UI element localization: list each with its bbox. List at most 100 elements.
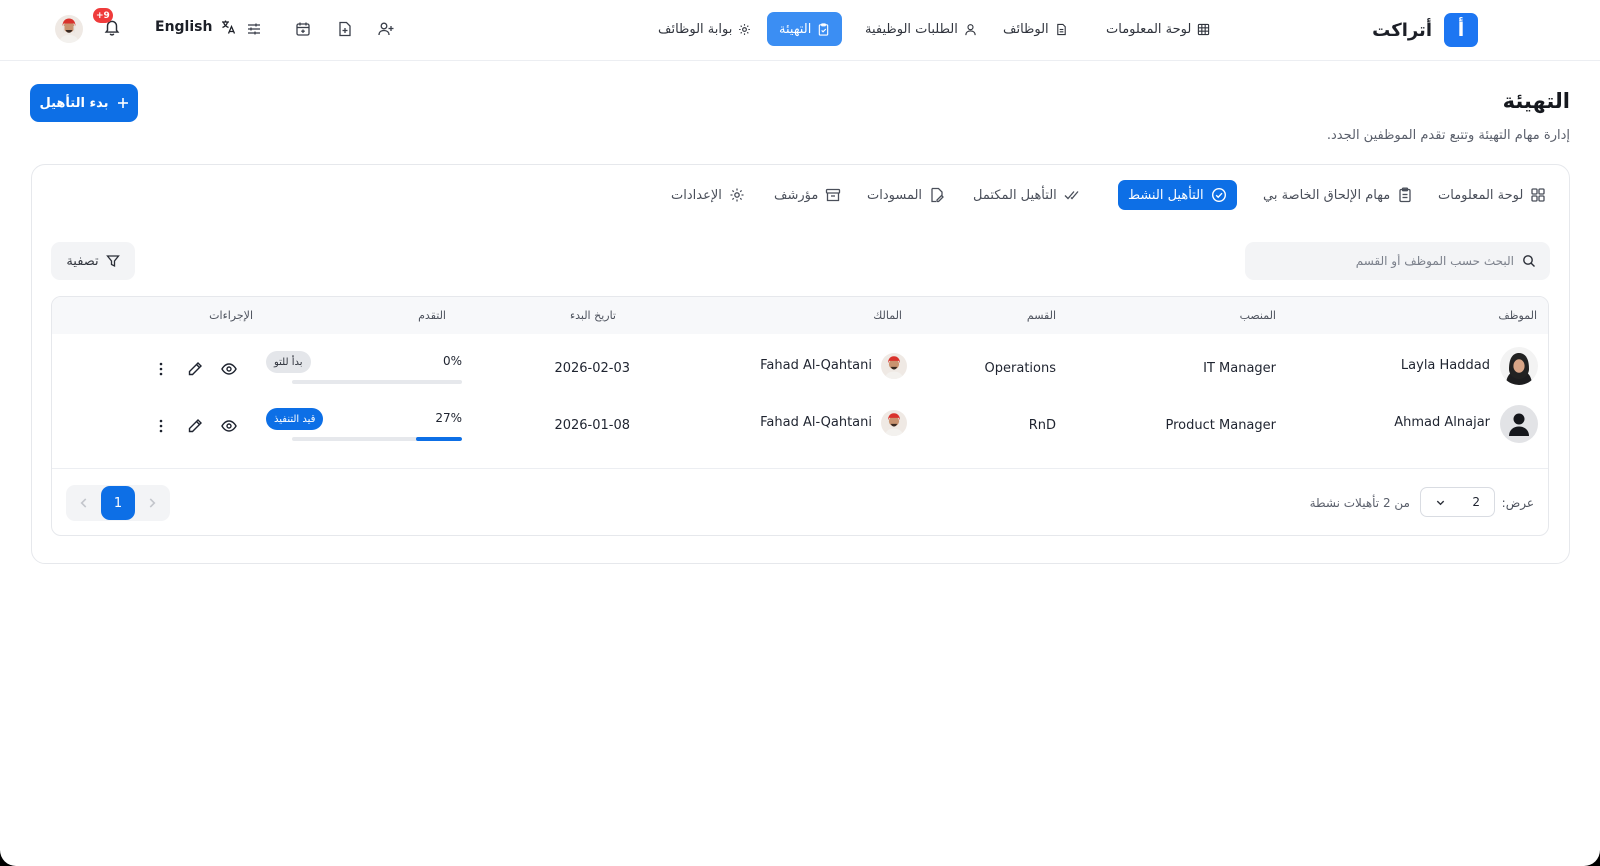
- department-cell: RnD: [1028, 418, 1056, 433]
- tab-label: مهام الإلحاق الخاصة بي: [1263, 187, 1391, 203]
- edit-icon[interactable]: [186, 417, 204, 435]
- progress-percent: 0%: [442, 354, 462, 368]
- nav-item-label: بوابة الوظائف: [658, 21, 733, 37]
- onboarding-card: لوحة المعلومات مهام الإلحاق الخاصة بي ال…: [31, 164, 1570, 564]
- filter-icon: [105, 254, 120, 268]
- tab-label: التأهيل النشط: [1128, 187, 1204, 203]
- check-circle-icon: [1211, 187, 1227, 203]
- add-user-icon[interactable]: [376, 19, 396, 39]
- grid-icon: [1197, 23, 1210, 36]
- owner-avatar: [881, 410, 907, 436]
- th-progress: التقدم: [418, 309, 446, 322]
- language-switcher[interactable]: English: [155, 19, 236, 35]
- status-badge: بدأ للتو: [266, 351, 311, 373]
- user-icon: [964, 23, 977, 36]
- sliders-icon[interactable]: [244, 19, 264, 39]
- plus-icon: [117, 97, 129, 109]
- app-window: أ أتراكت لوحة المعلومات الوظائف الطلبات …: [0, 0, 1600, 866]
- nav-item-applications[interactable]: الطلبات الوظيفية: [853, 12, 989, 46]
- brand-name: أتراكت: [1372, 19, 1432, 41]
- filter-button[interactable]: تصفية: [51, 242, 135, 280]
- owner-name: Fahad Al-Qahtani: [760, 415, 872, 430]
- start-onboarding-button[interactable]: بدء التأهيل: [30, 84, 138, 122]
- nav-item-label: الطلبات الوظيفية: [865, 21, 958, 37]
- tab-label: التأهيل المكتمل: [973, 187, 1057, 203]
- nav-item-onboarding[interactable]: التهيئة: [767, 12, 843, 46]
- results-count: من 2 تأهيلات نشطة: [1309, 496, 1410, 510]
- tab-drafts[interactable]: المسودات: [857, 180, 955, 210]
- onboarding-table: الموظف المنصب القسم المالك تاريخ البدء ا…: [51, 296, 1549, 536]
- notifications-button[interactable]: +9: [93, 8, 125, 40]
- nav-item-career-portal[interactable]: بوابة الوظائف: [646, 12, 763, 46]
- employee-avatar: [1500, 347, 1538, 385]
- department-cell: Operations: [984, 361, 1056, 376]
- table-footer: عرض: 2 من 2 تأهيلات نشطة 1: [52, 468, 1548, 535]
- tab-completed-onboarding[interactable]: التأهيل المكتمل: [963, 180, 1090, 210]
- search-icon: [1522, 254, 1536, 268]
- page-size-value: 2: [1472, 495, 1480, 509]
- tab-label: المسودات: [867, 187, 923, 203]
- page-title: التهيئة: [1502, 89, 1570, 113]
- nav-item-label: لوحة المعلومات: [1106, 21, 1192, 37]
- view-icon[interactable]: [220, 360, 238, 378]
- tab-settings[interactable]: الإعدادات: [661, 180, 755, 210]
- calendar-icon[interactable]: [293, 19, 313, 39]
- status-badge: قيد التنفيذ: [266, 408, 324, 430]
- page-size-label: عرض:: [1501, 496, 1534, 510]
- tab-my-onboarding-tasks[interactable]: مهام الإلحاق الخاصة بي: [1253, 180, 1423, 210]
- translate-icon: [220, 19, 236, 35]
- chevron-left-icon[interactable]: [77, 496, 91, 510]
- top-navbar: أ أتراكت لوحة المعلومات الوظائف الطلبات …: [0, 0, 1600, 61]
- filter-label: تصفية: [66, 253, 99, 269]
- gear-icon: [729, 187, 745, 203]
- view-icon[interactable]: [220, 417, 238, 435]
- brand-logo: أ: [1444, 13, 1478, 47]
- nav-item-jobs[interactable]: الوظائف: [991, 12, 1080, 46]
- nav-item-label: التهيئة: [779, 21, 812, 37]
- more-options-icon[interactable]: [152, 360, 170, 378]
- search-box[interactable]: [1245, 242, 1550, 280]
- progress-bar: [292, 380, 462, 384]
- th-actions: الإجراءات: [209, 309, 253, 322]
- page-subtitle: إدارة مهام التهيئة وتتبع تقدم الموظفين ا…: [1326, 128, 1570, 143]
- page-size-select[interactable]: 2: [1420, 487, 1495, 517]
- user-avatar[interactable]: [55, 15, 83, 43]
- progress-bar: [292, 437, 462, 441]
- clipboard-check-icon: [817, 22, 830, 36]
- tab-dashboard[interactable]: لوحة المعلومات: [1428, 180, 1556, 210]
- start-onboarding-label: بدء التأهيل: [39, 95, 109, 111]
- th-employee: الموظف: [1498, 309, 1537, 322]
- search-input[interactable]: [1274, 254, 1514, 268]
- progress-percent: 27%: [435, 411, 462, 425]
- more-options-icon[interactable]: [152, 417, 170, 435]
- th-owner: المالك: [873, 309, 902, 322]
- employee-name[interactable]: Ahmad Alnajar: [1394, 415, 1490, 430]
- file-icon: [1055, 23, 1068, 36]
- nav-item-dashboard[interactable]: لوحة المعلومات: [1094, 12, 1222, 46]
- table-row[interactable]: Ahmad Alnajar Product Manager RnD Fahad …: [52, 400, 1548, 457]
- employee-name[interactable]: Layla Haddad: [1401, 358, 1490, 373]
- owner-avatar: [881, 353, 907, 379]
- double-check-icon: [1064, 187, 1080, 203]
- position-cell: IT Manager: [1203, 361, 1276, 376]
- edit-icon[interactable]: [186, 360, 204, 378]
- tab-active-onboarding[interactable]: التأهيل النشط: [1118, 180, 1237, 210]
- notification-badge: +9: [93, 8, 113, 23]
- table-header: الموظف المنصب القسم المالك تاريخ البدء ا…: [52, 297, 1548, 334]
- table-row[interactable]: Layla Haddad IT Manager Operations Fahad…: [52, 343, 1548, 400]
- tab-label: مؤرشف: [774, 187, 819, 203]
- employee-avatar-placeholder: [1500, 405, 1538, 443]
- start-date-cell: 2026-02-03: [554, 361, 630, 376]
- owner-name: Fahad Al-Qahtani: [760, 358, 872, 373]
- th-start-date: تاريخ البدء: [569, 309, 616, 322]
- page-button-current[interactable]: 1: [101, 486, 135, 520]
- nav-item-label: الوظائف: [1003, 21, 1049, 37]
- dashboard-icon: [1530, 187, 1546, 203]
- tab-archived[interactable]: مؤرشف: [764, 180, 851, 210]
- archive-icon: [825, 187, 841, 203]
- progress-bar-fill: [416, 437, 462, 441]
- file-plus-icon[interactable]: [335, 19, 355, 39]
- chevron-right-icon[interactable]: [145, 496, 159, 510]
- chevron-down-icon: [1435, 497, 1446, 508]
- brand[interactable]: أ أتراكت: [1372, 13, 1478, 47]
